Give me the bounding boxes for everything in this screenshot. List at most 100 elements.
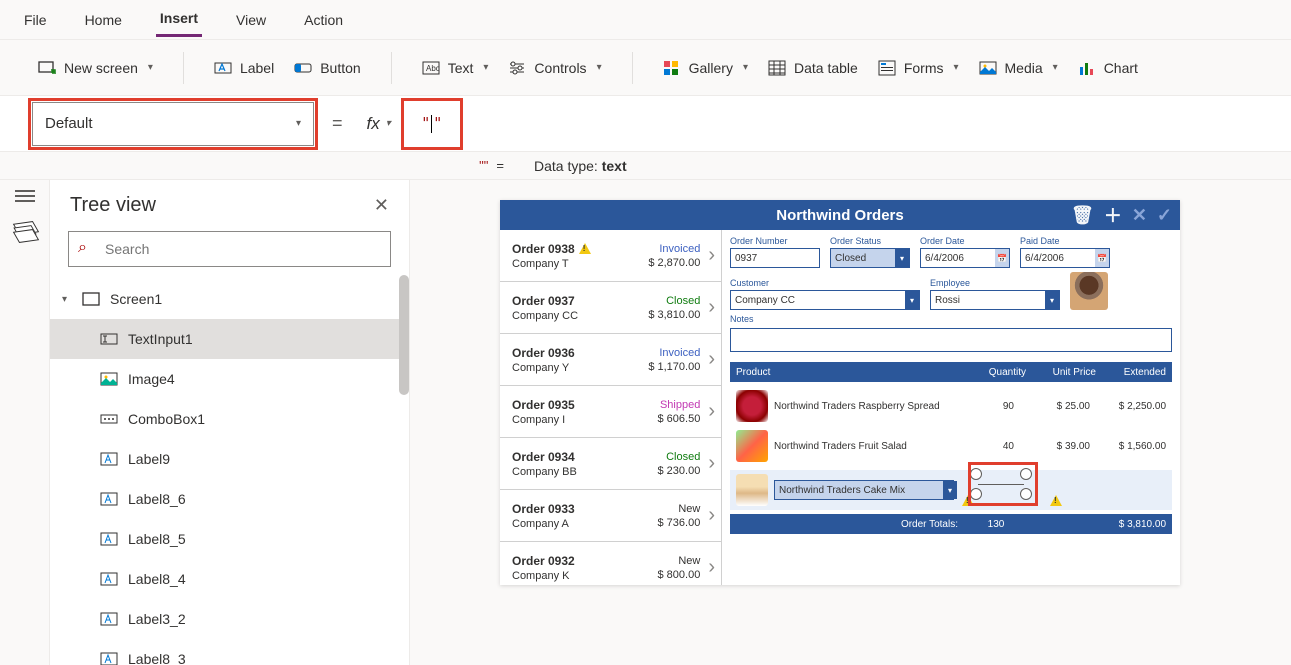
paid-date-input[interactable]: 6/4/2006📅: [1020, 248, 1110, 268]
button-icon: [294, 59, 312, 77]
label-button[interactable]: Label: [208, 55, 280, 81]
chevron-down-icon: ▾: [743, 62, 748, 73]
tree-item[interactable]: Label9: [50, 439, 409, 479]
menu-home[interactable]: Home: [81, 4, 126, 36]
menu-action[interactable]: Action: [300, 4, 347, 36]
chevron-down-icon: ▾: [1053, 62, 1058, 73]
formula-input-extended[interactable]: [467, 102, 1285, 146]
data-table-button[interactable]: Data table: [762, 55, 864, 81]
product-combobox[interactable]: Northwind Traders Cake Mix▾: [774, 480, 954, 500]
control-icon: [100, 652, 118, 665]
checkmark-icon[interactable]: ✓: [1157, 205, 1172, 226]
caret-down-icon: ▾: [62, 294, 72, 305]
menu-file[interactable]: File: [20, 4, 51, 36]
fx-button[interactable]: fx ▾: [361, 114, 397, 134]
product-image: [736, 474, 768, 506]
order-row[interactable]: Order 0934Company BBClosed$ 230.00›: [500, 438, 721, 490]
field-label: Order Status: [830, 236, 910, 246]
chevron-down-icon: ▾: [296, 118, 301, 129]
hamburger-icon[interactable]: [15, 190, 35, 206]
screen-icon: [82, 292, 100, 306]
ribbon: New screen ▾ Label Button Abc Text ▾ Con…: [0, 40, 1291, 96]
tree-item[interactable]: Image4: [50, 359, 409, 399]
order-row[interactable]: Order 0933Company ANew$ 736.00›: [500, 490, 721, 542]
chart-button[interactable]: Chart: [1072, 55, 1144, 81]
equals-sign: =: [332, 113, 343, 134]
chevron-down-icon: ▾: [943, 481, 957, 499]
control-icon: [100, 492, 118, 506]
chevron-right-icon: ›: [708, 400, 715, 423]
order-row[interactable]: Order 0932Company KNew$ 800.00›: [500, 542, 721, 585]
notes-input[interactable]: [730, 328, 1172, 352]
formula-text: "": [421, 114, 442, 133]
employee-select[interactable]: Rossi▾: [930, 290, 1060, 310]
chevron-down-icon: ▾: [386, 118, 391, 129]
order-row[interactable]: Order 0937Company CCClosed$ 3,810.00›: [500, 282, 721, 334]
fx-label: fx: [367, 114, 380, 134]
tree-item[interactable]: Label8_4: [50, 559, 409, 599]
scrollbar[interactable]: [399, 275, 409, 395]
order-number-input[interactable]: 0937: [730, 248, 820, 268]
chevron-right-icon: ›: [708, 452, 715, 475]
product-image: [736, 430, 768, 462]
order-status-select[interactable]: Closed▾: [830, 248, 910, 268]
tree-item-screen1[interactable]: ▾ Screen1: [50, 279, 409, 319]
tree-item[interactable]: Label3_2: [50, 599, 409, 639]
tree-label: Label8_3: [128, 651, 186, 665]
orders-gallery[interactable]: Order 0938Company TInvoiced$ 2,870.00›Or…: [500, 230, 722, 585]
tree-label: TextInput1: [128, 331, 193, 347]
formula-input[interactable]: "": [405, 102, 459, 146]
canvas[interactable]: Northwind Orders 🗑 ＋ ✕ ✓ Order 0938Compa…: [410, 180, 1291, 665]
order-date-input[interactable]: 6/4/2006📅: [920, 248, 1010, 268]
tree-item[interactable]: Label8_5: [50, 519, 409, 559]
plus-icon[interactable]: ＋: [1104, 202, 1122, 228]
trash-icon[interactable]: 🗑: [1071, 205, 1094, 226]
tree-item[interactable]: Label8_3: [50, 639, 409, 665]
field-label: Customer: [730, 278, 920, 288]
product-row[interactable]: Northwind Traders Raspberry Spread90$ 25…: [730, 386, 1172, 426]
search-input[interactable]: [68, 231, 391, 267]
field-label: Order Number: [730, 236, 820, 246]
property-name: Default: [45, 115, 93, 132]
chevron-right-icon: ›: [708, 244, 715, 267]
formula-result-bar: "" = Data type: text: [0, 152, 1291, 180]
media-icon: [979, 59, 997, 77]
gallery-icon: [663, 59, 681, 77]
selection-handles[interactable]: [970, 468, 1032, 500]
tree-view-icon[interactable]: [14, 222, 36, 242]
cancel-icon[interactable]: ✕: [1132, 205, 1147, 226]
screen-icon: [38, 59, 56, 77]
new-screen-button[interactable]: New screen ▾: [32, 55, 159, 81]
product-row[interactable]: Northwind Traders Fruit Salad40$ 39.00$ …: [730, 426, 1172, 466]
field-label: Notes: [730, 314, 1172, 324]
tree-item[interactable]: ComboBox1: [50, 399, 409, 439]
close-icon[interactable]: ✕: [374, 195, 389, 216]
control-icon: [100, 612, 118, 626]
button-button[interactable]: Button: [288, 55, 366, 81]
gallery-button[interactable]: Gallery ▾: [657, 55, 754, 81]
order-row[interactable]: Order 0936Company YInvoiced$ 1,170.00›: [500, 334, 721, 386]
warning-icon: [1050, 495, 1062, 506]
control-icon: [100, 452, 118, 466]
controls-icon: [508, 59, 526, 77]
controls-button[interactable]: Controls ▾: [502, 55, 607, 81]
chevron-down-icon: ▾: [483, 62, 488, 73]
property-selector[interactable]: Default ▾: [32, 102, 314, 146]
customer-select[interactable]: Company CC▾: [730, 290, 920, 310]
product-image: [736, 390, 768, 422]
forms-button[interactable]: Forms ▾: [872, 55, 965, 81]
order-row[interactable]: Order 0935Company IShipped$ 606.50›: [500, 386, 721, 438]
tree-item[interactable]: Label8_6: [50, 479, 409, 519]
media-button[interactable]: Media ▾: [973, 55, 1064, 81]
tree-label: Image4: [128, 371, 175, 387]
tree-label: Label8_5: [128, 531, 186, 547]
menu-insert[interactable]: Insert: [156, 2, 202, 37]
forms-icon: [878, 59, 896, 77]
text-button[interactable]: Abc Text ▾: [416, 55, 495, 81]
products-header: Product Quantity Unit Price Extended: [730, 362, 1172, 382]
menu-view[interactable]: View: [232, 4, 270, 36]
tree-item[interactable]: TextInput1: [50, 319, 409, 359]
order-row[interactable]: Order 0938Company TInvoiced$ 2,870.00›: [500, 230, 721, 282]
tree-list: ▾ Screen1 TextInput1Image4ComboBox1Label…: [50, 275, 409, 665]
label-label: Label: [240, 60, 274, 76]
